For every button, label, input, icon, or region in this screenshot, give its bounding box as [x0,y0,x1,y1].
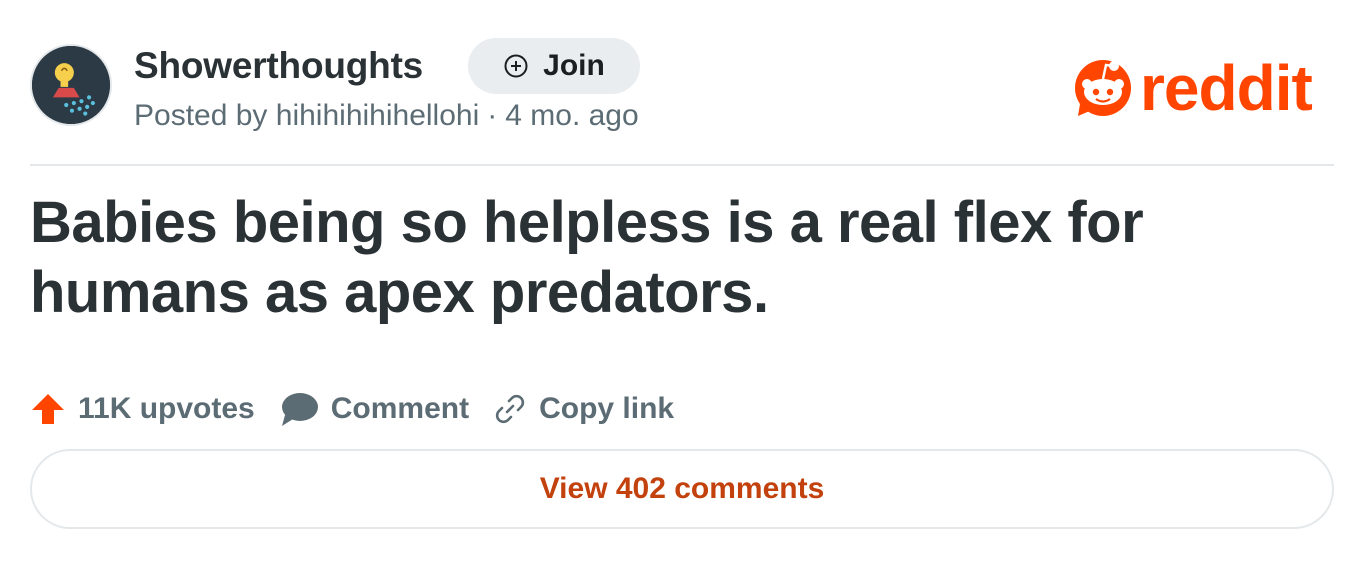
copy-link-button[interactable]: Copy link [493,392,674,426]
reddit-logo-icon: reddit [1075,52,1313,118]
post-meta: Posted by hihihihihihellohi · 4 mo. ago [134,98,639,134]
posted-by-label: Posted by [134,99,268,132]
post-card: Showerthoughts Join Posted by hihihihihi… [30,0,1334,580]
meta-separator: · [487,99,498,132]
reddit-logo[interactable]: reddit [1072,52,1334,118]
comment-bubble-icon [281,393,318,426]
header-divider [30,164,1334,166]
post-actions: 11K upvotes Comment Copy link [30,386,698,432]
copy-link-label: Copy link [539,392,675,425]
comment-label: Comment [330,392,470,425]
view-comments-button[interactable]: View 402 comments [30,449,1334,529]
post-header: Showerthoughts Join Posted by hihihihihi… [30,38,1334,134]
author-name[interactable]: hihihihihihellohi [276,99,479,132]
logo-wordmark: reddit [1140,52,1312,118]
subreddit-avatar[interactable] [30,44,112,126]
link-icon [495,394,525,424]
comment-button[interactable]: Comment [279,391,469,427]
post-title[interactable]: Babies being so helpless is a real flex … [30,188,1270,328]
plus-circle-icon [504,54,528,78]
lightbulb-shower-icon [32,46,110,124]
upvote-count: 11K upvotes [78,392,255,425]
subreddit-name[interactable]: Showerthoughts [134,44,423,88]
join-label: Join [543,49,605,82]
upvote-button[interactable]: 11K upvotes [30,391,255,427]
join-button[interactable]: Join [468,38,640,94]
post-age: 4 mo. ago [505,99,639,132]
upvote-arrow-icon [32,394,64,424]
